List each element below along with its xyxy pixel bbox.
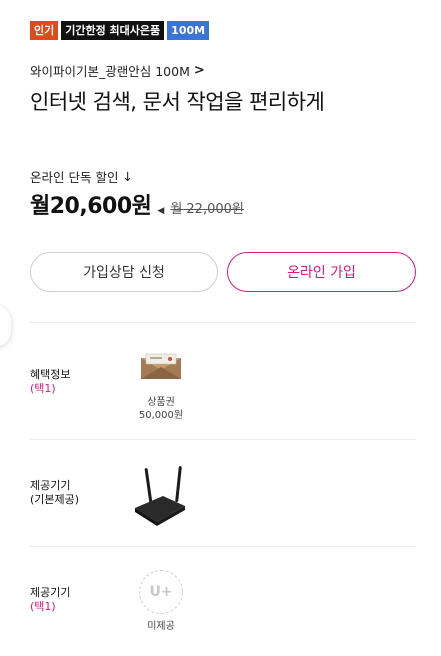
divider bbox=[30, 322, 416, 323]
badge-group: 인기 기간한정 최대사은품 100M bbox=[30, 21, 210, 40]
product-name-link[interactable]: 와이파이기본_광랜안심 100M > bbox=[30, 61, 205, 80]
not-provided-caption: 미제공 bbox=[147, 621, 175, 632]
divider bbox=[30, 439, 416, 440]
online-signup-button[interactable]: 온라인 가입 bbox=[227, 252, 416, 292]
device-label-text: 제공기기 bbox=[30, 479, 71, 492]
uplus-logo-text: U+ bbox=[149, 584, 173, 600]
device-choice-label: 제공기기 (택1) bbox=[30, 586, 70, 614]
voucher-name: 상품권 bbox=[147, 397, 175, 408]
discount-label: 온라인 단독 할인 ↓ bbox=[30, 167, 133, 186]
product-name: 와이파이기본_광랜안심 100M bbox=[30, 64, 190, 79]
side-scroll-handle[interactable] bbox=[0, 305, 11, 347]
benefit-label: 혜택정보 (택1) bbox=[30, 368, 70, 396]
speed-badge: 100M bbox=[167, 21, 210, 40]
divider bbox=[30, 546, 416, 547]
device-choice-note: (택1) bbox=[30, 600, 56, 613]
voucher-value: 50,000원 bbox=[138, 410, 184, 421]
device-default-note: (기본제공) bbox=[30, 493, 80, 506]
uplus-logo-icon: U+ bbox=[139, 570, 183, 614]
arrow-down-icon: ↓ bbox=[122, 169, 133, 184]
benefit-choice-note: (택1) bbox=[30, 382, 56, 395]
price-row: 월20,600원 ◀ 월 22,000원 bbox=[30, 188, 244, 220]
gift-voucher-icon[interactable] bbox=[140, 352, 182, 384]
discount-text: 온라인 단독 할인 bbox=[30, 170, 119, 185]
chevron-right-icon: > bbox=[193, 63, 205, 78]
limited-gift-badge: 기간한정 최대사은품 bbox=[61, 21, 165, 40]
product-headline: 인터넷 검색, 문서 작업을 편리하게 bbox=[30, 90, 325, 114]
monthly-price: 월20,600원 bbox=[30, 194, 152, 219]
original-price: 월 22,000원 bbox=[170, 202, 244, 217]
benefit-label-text: 혜택정보 bbox=[30, 368, 71, 381]
device-label: 제공기기 (기본제공) bbox=[30, 479, 79, 507]
hot-badge: 인기 bbox=[30, 21, 59, 40]
triangle-left-icon: ◀ bbox=[157, 206, 165, 216]
voucher-caption: 상품권 50,000원 bbox=[131, 396, 191, 422]
wifi-router-icon bbox=[133, 466, 187, 536]
device-choice-label-text: 제공기기 bbox=[30, 586, 71, 599]
consult-request-button[interactable]: 가입상담 신청 bbox=[30, 252, 218, 292]
